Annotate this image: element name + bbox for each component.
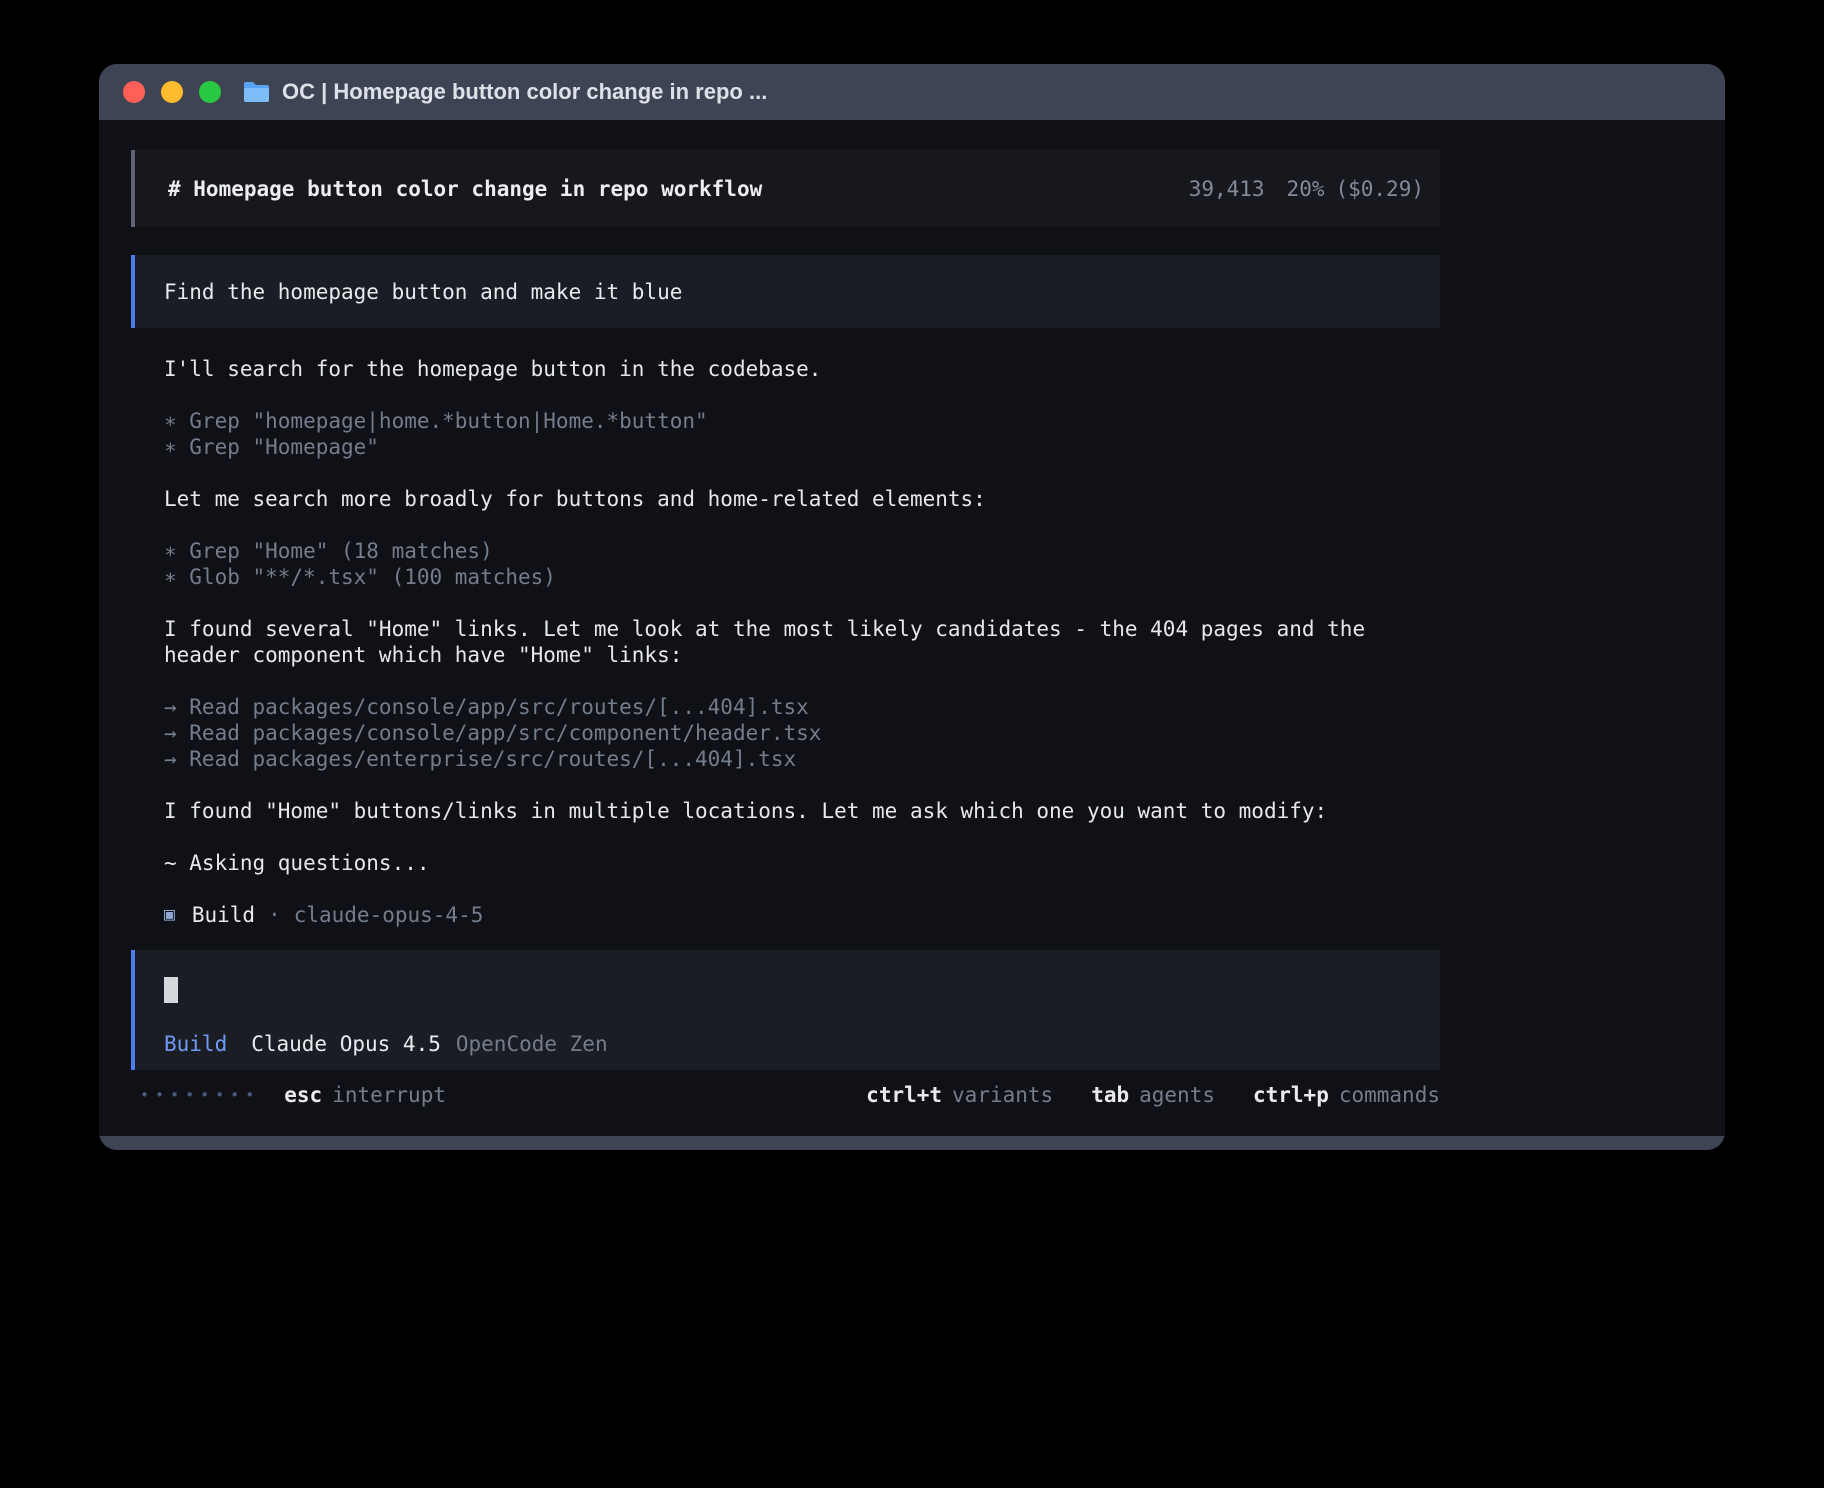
text-cursor: [164, 977, 178, 1003]
input-provider-name: OpenCode Zen: [456, 1032, 608, 1056]
tool-call-grep-2: ∗ Grep "Homepage": [131, 434, 1440, 460]
agent-name: Build: [192, 902, 255, 928]
session-stats: 39,413 20% ($0.29): [1189, 177, 1424, 201]
prompt-input[interactable]: Build Claude Opus 4.5 OpenCode Zen: [131, 950, 1440, 1070]
close-button[interactable]: [123, 81, 145, 103]
token-count: 39,413: [1189, 177, 1265, 201]
agent-model: claude-opus-4-5: [294, 902, 484, 928]
agent-info-line: ▣ Build · claude-opus-4-5: [131, 902, 1440, 928]
assistant-paragraph: I found several "Home" links. Let me loo…: [131, 616, 1440, 668]
assistant-paragraph: Let me search more broadly for buttons a…: [131, 486, 1440, 512]
ctrl-p-key-label: ctrl+p: [1253, 1083, 1329, 1107]
tool-call-read-3: → Read packages/enterprise/src/routes/[.…: [131, 746, 1440, 772]
commands-label: commands: [1339, 1083, 1440, 1107]
esc-key-label: esc: [284, 1083, 322, 1107]
agents-label: agents: [1139, 1083, 1215, 1107]
input-footer: Build Claude Opus 4.5 OpenCode Zen: [164, 1032, 1440, 1056]
title-bar[interactable]: OC | Homepage button color change in rep…: [99, 64, 1725, 120]
terminal-content: # Homepage button color change in repo w…: [99, 120, 1725, 1136]
tool-call-read-2: → Read packages/console/app/src/componen…: [131, 720, 1440, 746]
assistant-paragraph: I'll search for the homepage button in t…: [131, 356, 1440, 382]
context-percent: 20%: [1287, 177, 1325, 201]
agent-icon: ▣: [164, 902, 175, 928]
commands-hint: ctrl+p commands: [1253, 1083, 1440, 1107]
user-message-text: Find the homepage button and make it blu…: [164, 280, 682, 304]
zoom-button[interactable]: [199, 81, 221, 103]
traffic-lights: [123, 81, 221, 103]
variants-hint: ctrl+t variants: [866, 1083, 1053, 1107]
status-bar: •••••••• esc interrupt ctrl+t variants t…: [131, 1082, 1440, 1108]
minimize-button[interactable]: [161, 81, 183, 103]
input-mode-badge[interactable]: Build: [164, 1032, 227, 1056]
assistant-paragraph: I found "Home" buttons/links in multiple…: [131, 798, 1440, 824]
interrupt-label: interrupt: [332, 1083, 446, 1107]
spinner-dots-icon: ••••••••: [140, 1082, 260, 1108]
folder-icon: [243, 81, 270, 103]
input-model-name[interactable]: Claude Opus 4.5: [251, 1032, 441, 1056]
tool-call-read-1: → Read packages/console/app/src/routes/[…: [131, 694, 1440, 720]
session-cost: ($0.29): [1335, 177, 1424, 201]
tool-call-grep-1: ∗ Grep "homepage|home.*button|Home.*butt…: [131, 408, 1440, 434]
terminal-window: OC | Homepage button color change in rep…: [99, 64, 1725, 1150]
agent-separator: ·: [268, 902, 281, 928]
tab-key-label: tab: [1091, 1083, 1129, 1107]
user-message: Find the homepage button and make it blu…: [131, 255, 1440, 328]
tool-call-grep-3: ∗ Grep "Home" (18 matches): [131, 538, 1440, 564]
ctrl-t-key-label: ctrl+t: [866, 1083, 942, 1107]
asking-questions-status: ~ Asking questions...: [131, 850, 1440, 876]
window-title: OC | Homepage button color change in rep…: [282, 79, 767, 105]
variants-label: variants: [952, 1083, 1053, 1107]
tool-call-glob: ∗ Glob "**/*.tsx" (100 matches): [131, 564, 1440, 590]
agents-hint: tab agents: [1091, 1083, 1215, 1107]
session-title: # Homepage button color change in repo w…: [168, 177, 762, 201]
session-header: # Homepage button color change in repo w…: [131, 150, 1440, 227]
interrupt-hint: esc interrupt: [284, 1083, 446, 1107]
